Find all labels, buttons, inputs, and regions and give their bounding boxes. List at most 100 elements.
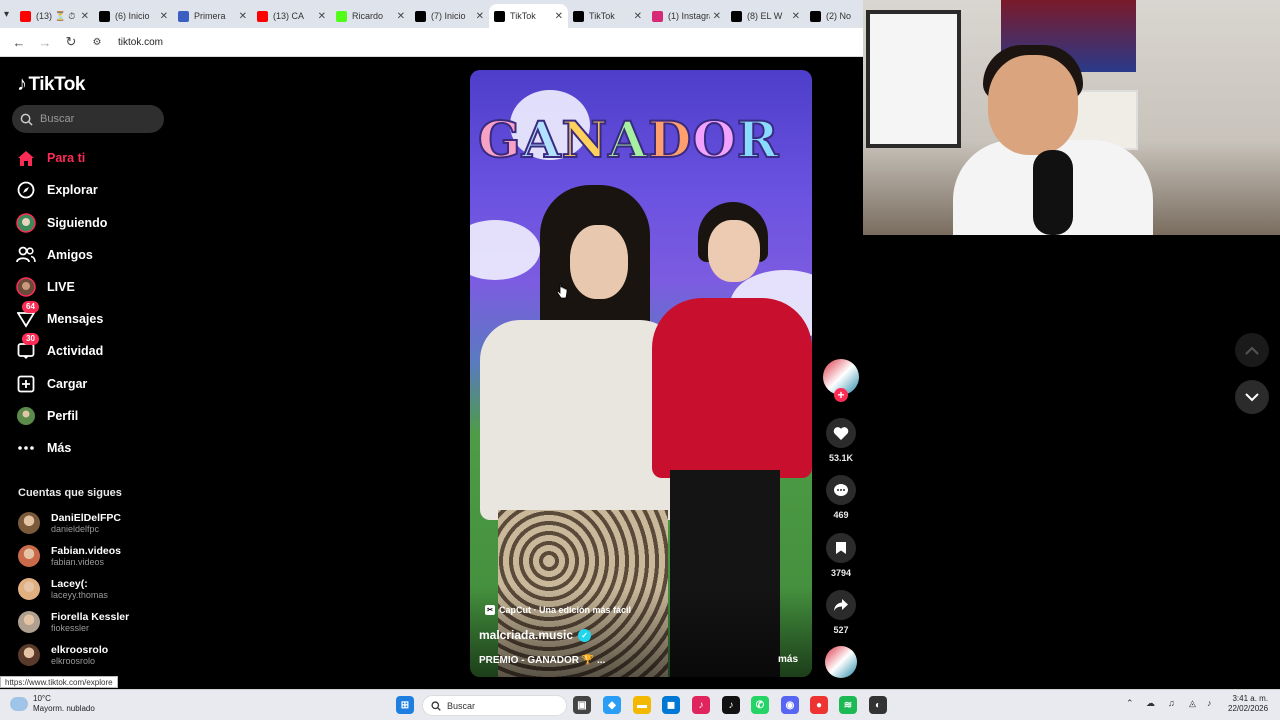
- close-icon[interactable]: ✕: [555, 11, 563, 22]
- youtube-icon: [20, 10, 32, 22]
- close-icon[interactable]: ✕: [397, 11, 405, 22]
- heart-icon[interactable]: [826, 418, 856, 448]
- video-player[interactable]: GANADOR ✂ CapCut · Una edición más fácil…: [470, 70, 812, 677]
- close-icon[interactable]: ✕: [81, 11, 89, 22]
- follow-plus-icon[interactable]: +: [834, 388, 848, 402]
- kick-icon: [336, 10, 348, 22]
- following-title: Cuentas que sigues: [18, 487, 122, 499]
- following-account[interactable]: DaniElDelFPC danieldelfpc: [18, 512, 121, 534]
- sidebar-item-explorar[interactable]: Explorar: [16, 180, 98, 200]
- tab-label: (13) ⏳ ⏱: [36, 10, 76, 21]
- sidebar-item-perfil[interactable]: Perfil: [16, 406, 78, 426]
- sidebar-item-label: Explorar: [47, 183, 98, 197]
- browser-tab[interactable]: (13) ⏳ ⏱ ✕: [15, 4, 94, 28]
- browser-tab[interactable]: (13) CA ✕: [252, 4, 331, 28]
- spotify-icon[interactable]: ≋: [839, 696, 857, 714]
- mic-tray-icon[interactable]: ♫: [1168, 698, 1175, 708]
- weather-temp: 10°C: [33, 694, 51, 703]
- sidebar-item-amigos[interactable]: Amigos: [16, 245, 93, 265]
- site-info-icon[interactable]: ⚙: [86, 31, 108, 53]
- close-icon[interactable]: ✕: [476, 11, 484, 22]
- store-icon[interactable]: ◼: [662, 696, 680, 714]
- sidebar-item-mensajes[interactable]: 64 Mensajes: [16, 301, 103, 329]
- tiktok-app-icon[interactable]: ♪: [692, 696, 710, 714]
- more-caption-button[interactable]: más: [778, 654, 798, 665]
- following-account[interactable]: Fabian.videos fabian.videos: [18, 545, 121, 567]
- wifi-icon[interactable]: ◬: [1189, 698, 1196, 709]
- whatsapp-icon[interactable]: ✆: [751, 696, 769, 714]
- account-name: Lacey(:: [51, 578, 88, 590]
- webcam-overlay: [863, 0, 1280, 235]
- tiktok-icon: [573, 10, 585, 22]
- url-field[interactable]: tiktok.com: [118, 37, 163, 48]
- clock[interactable]: 3:41 a. m. 22/02/2026: [1228, 694, 1268, 715]
- sidebar-item-ms[interactable]: Más: [16, 438, 71, 458]
- next-video-button[interactable]: [1235, 380, 1269, 414]
- sidebar-item-siguiendo[interactable]: Siguiendo: [16, 213, 107, 233]
- previous-video-button[interactable]: [1235, 333, 1269, 367]
- back-icon[interactable]: ←: [8, 31, 30, 53]
- taskbar-search[interactable]: Buscar: [422, 695, 567, 716]
- sidebar-item-label: Perfil: [47, 409, 79, 423]
- share-action[interactable]: 527: [822, 590, 860, 635]
- more-icon: [16, 438, 36, 458]
- file-explorer-icon[interactable]: ▬: [633, 696, 651, 714]
- sidebar-item-actividad[interactable]: 30 Actividad: [16, 333, 103, 361]
- network-icon[interactable]: ☁: [1146, 698, 1155, 709]
- comment-action[interactable]: 469: [822, 475, 860, 520]
- following-account[interactable]: Fiorella Kessler fiokessler: [18, 611, 129, 633]
- close-icon[interactable]: ✕: [713, 11, 721, 22]
- capcut-tag[interactable]: ✂ CapCut · Una edición más fácil: [485, 605, 631, 615]
- close-icon[interactable]: ✕: [792, 11, 800, 22]
- x-icon: [99, 10, 111, 22]
- sidebar-item-cargar[interactable]: Cargar: [16, 374, 87, 394]
- reload-icon[interactable]: ↻: [60, 31, 82, 53]
- document-icon: [178, 10, 190, 22]
- close-icon[interactable]: ✕: [239, 11, 247, 22]
- share-icon[interactable]: [826, 590, 856, 620]
- forward-icon[interactable]: →: [34, 31, 56, 53]
- bookmark-icon[interactable]: [826, 533, 856, 563]
- browser-tab[interactable]: (8) EL W ✕: [726, 4, 805, 28]
- browser-tab[interactable]: TikTok ✕: [489, 4, 569, 28]
- video-author[interactable]: malcriada.music ✓: [479, 628, 592, 642]
- verified-icon: ✓: [578, 628, 592, 642]
- task-view-icon[interactable]: ▣: [573, 696, 591, 714]
- browser-tab[interactable]: TikTok ✕: [568, 4, 647, 28]
- music-disc-icon[interactable]: [825, 646, 857, 678]
- browser-tab[interactable]: (7) Inicio ✕: [410, 4, 489, 28]
- browser-tab[interactable]: (6) Inicio ✕: [94, 4, 173, 28]
- sidebar-item-live[interactable]: LIVE: [16, 277, 75, 297]
- search-input[interactable]: Buscar: [12, 105, 164, 133]
- browser-tab[interactable]: Primera ✕: [173, 4, 252, 28]
- widgets-icon[interactable]: ◆: [603, 696, 621, 714]
- close-icon[interactable]: ✕: [634, 11, 642, 22]
- tab-search-icon[interactable]: ▾: [4, 5, 9, 23]
- discord-icon[interactable]: ◉: [781, 696, 799, 714]
- tray-chevron-icon[interactable]: ⌃: [1126, 698, 1134, 709]
- like-action[interactable]: 53.1K: [822, 418, 860, 463]
- close-icon[interactable]: ✕: [318, 11, 326, 22]
- comment-icon[interactable]: [826, 475, 856, 505]
- account-name: DaniElDelFPC: [51, 512, 122, 524]
- avatar: [18, 644, 40, 666]
- tiktok-alt-icon[interactable]: ♪: [722, 696, 740, 714]
- browser-tab[interactable]: (1) Instagram ✕: [647, 4, 726, 28]
- following-account[interactable]: elkroosrolo elkroosrolo: [18, 644, 108, 666]
- sidebar-item-label: Más: [47, 441, 72, 455]
- windows-start-icon[interactable]: ⊞: [396, 696, 414, 714]
- sidebar-item-label: Para ti: [47, 151, 86, 165]
- tab-label: TikTok: [510, 11, 536, 21]
- weather-widget[interactable]: 10°C Mayorm. nublado: [10, 694, 95, 713]
- chrome-icon[interactable]: ●: [810, 696, 828, 714]
- app-icon[interactable]: ◐: [869, 696, 887, 714]
- tiktok-logo[interactable]: ♪ TikTok: [17, 73, 85, 96]
- sidebar-item-parati[interactable]: Para ti: [16, 148, 85, 168]
- save-action[interactable]: 3794: [822, 533, 860, 578]
- browser-tab[interactable]: Ricardo ✕: [331, 4, 410, 28]
- close-icon[interactable]: ✕: [160, 11, 168, 22]
- following-account[interactable]: Lacey(: laceyy.thomas: [18, 578, 108, 600]
- tab-label: (6) Inicio: [115, 11, 150, 21]
- person-right-face: [708, 220, 760, 282]
- volume-icon[interactable]: ♪: [1207, 698, 1212, 708]
